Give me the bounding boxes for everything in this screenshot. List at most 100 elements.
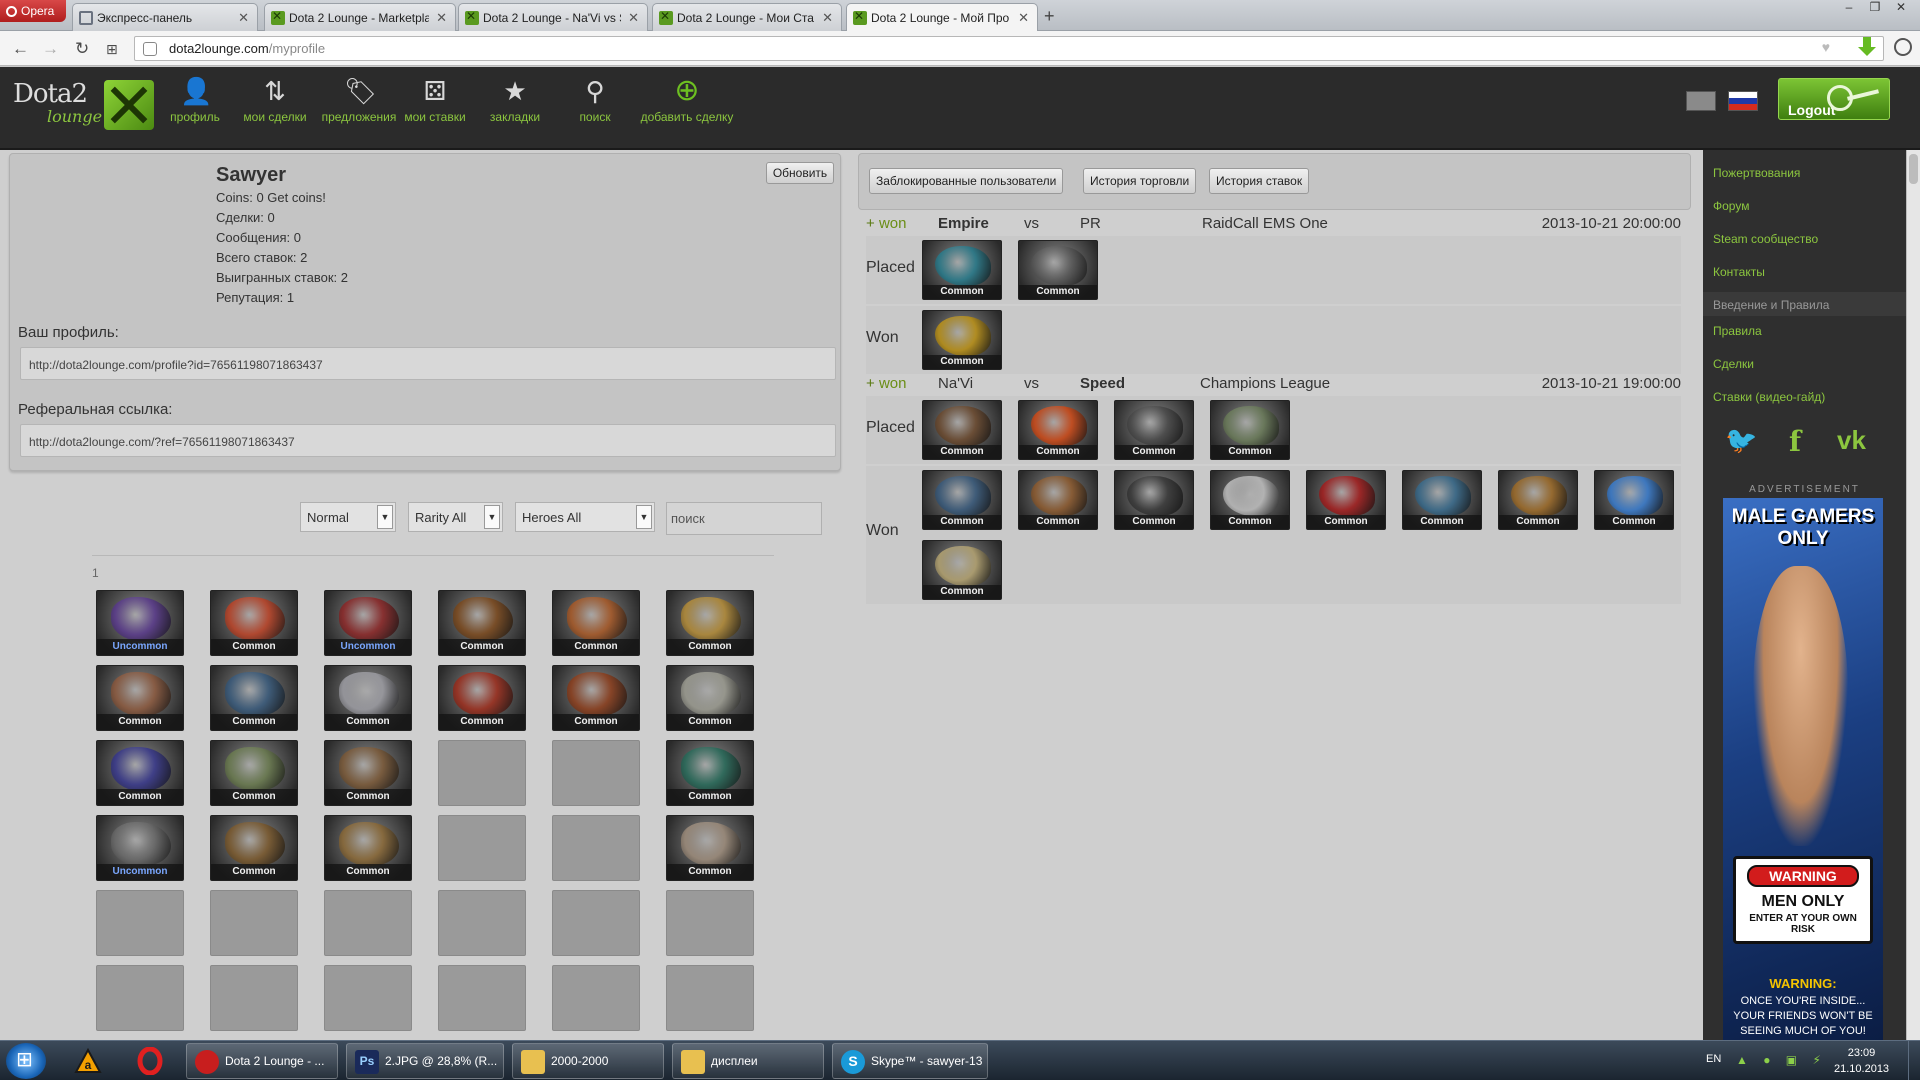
forward-icon[interactable]: → <box>42 39 59 59</box>
flag-english-icon[interactable] <box>1686 91 1716 111</box>
tab-navi-vs-speed[interactable]: Dota 2 Lounge - Na'Vi vs S ✕ <box>458 3 648 31</box>
inventory-item[interactable]: Uncommon <box>324 590 412 656</box>
tab-marketplace[interactable]: Dota 2 Lounge - Marketpla ✕ <box>264 3 456 31</box>
inventory-item[interactable]: Common <box>666 665 754 731</box>
sidebar-link-steam-community[interactable]: Steam сообщество <box>1713 232 1818 246</box>
empty-inventory-slot[interactable] <box>552 815 640 881</box>
avast-icon[interactable]: a <box>74 1047 102 1075</box>
bet-item[interactable]: Common <box>1018 240 1098 300</box>
coins-stat[interactable]: Coins: 0 Get coins! <box>216 190 326 205</box>
language-indicator[interactable]: EN <box>1706 1053 1721 1065</box>
empty-inventory-slot[interactable] <box>666 890 754 956</box>
opera-pinned-icon[interactable] <box>136 1046 164 1076</box>
taskbar-opera-window[interactable]: Dota 2 Lounge - ... <box>186 1043 338 1079</box>
page-info-icon[interactable] <box>143 42 157 56</box>
bet-item[interactable]: Common <box>922 470 1002 530</box>
inventory-item[interactable]: Uncommon <box>96 815 184 881</box>
inventory-item[interactable]: Common <box>666 590 754 656</box>
minimize-icon[interactable]: ‒ <box>1836 0 1862 14</box>
sidebar-link-rules[interactable]: Правила <box>1713 324 1762 338</box>
team-2[interactable]: Speed <box>1080 375 1125 392</box>
bet-item[interactable]: Common <box>1306 470 1386 530</box>
inventory-item[interactable]: Common <box>666 815 754 881</box>
quality-select[interactable]: Normal ▼ <box>300 502 396 532</box>
taskbar-photoshop-window[interactable]: Ps 2.JPG @ 28,8% (R... <box>346 1043 504 1079</box>
empty-inventory-slot[interactable] <box>438 815 526 881</box>
bet-item[interactable]: Common <box>922 540 1002 600</box>
empty-inventory-slot[interactable] <box>552 965 640 1031</box>
close-icon[interactable]: ✕ <box>822 10 833 26</box>
inventory-search-input[interactable] <box>666 502 822 535</box>
bet-item[interactable]: Common <box>1114 470 1194 530</box>
page-number[interactable]: 1 <box>92 566 99 580</box>
bet-item[interactable]: Common <box>1210 470 1290 530</box>
url-field[interactable]: dota2lounge.com/myprofile <box>134 36 1884 61</box>
nav-my-bets[interactable]: ⚄ мои ставки <box>402 76 468 124</box>
advertisement-banner[interactable]: MALE GAMERS ONLY WARNING MEN ONLY ENTER A… <box>1723 498 1883 1040</box>
maximize-icon[interactable]: ❐ <box>1862 0 1888 14</box>
nav-add-trade[interactable]: ⊕ добавить сделку <box>636 76 738 125</box>
empty-inventory-slot[interactable] <box>666 965 754 1031</box>
empty-inventory-slot[interactable] <box>210 890 298 956</box>
inventory-item[interactable]: Uncommon <box>96 590 184 656</box>
facebook-icon[interactable]: f <box>1789 425 1801 458</box>
bet-item[interactable]: Common <box>922 400 1002 460</box>
close-icon[interactable]: ✕ <box>436 10 447 26</box>
dota2-logo-icon[interactable] <box>104 80 154 130</box>
inventory-item[interactable]: Common <box>438 665 526 731</box>
scrollbar-thumb[interactable] <box>1909 154 1918 184</box>
profile-url-field[interactable]: http://dota2lounge.com/profile?id=765611… <box>20 347 836 380</box>
bet-item[interactable]: Common <box>922 240 1002 300</box>
bet-item[interactable]: Common <box>1018 470 1098 530</box>
new-tab-button[interactable]: + <box>1044 6 1055 27</box>
empty-inventory-slot[interactable] <box>96 890 184 956</box>
empty-inventory-slot[interactable] <box>324 890 412 956</box>
inventory-item[interactable]: Common <box>210 815 298 881</box>
empty-inventory-slot[interactable] <box>438 965 526 1031</box>
team-2[interactable]: PR <box>1080 215 1101 232</box>
bet-item[interactable]: Common <box>1210 400 1290 460</box>
tab-my-bets[interactable]: Dota 2 Lounge - Мои Ста ✕ <box>652 3 842 31</box>
logout-button[interactable]: Logout <box>1778 78 1890 120</box>
show-desktop-button[interactable] <box>1908 1041 1920 1080</box>
inventory-item[interactable]: Common <box>96 740 184 806</box>
inventory-item[interactable]: Common <box>210 665 298 731</box>
close-icon[interactable]: ✕ <box>1018 10 1029 26</box>
tab-express-panel[interactable]: Экспресс-панель ✕ <box>72 3 258 31</box>
sidebar-link-donations[interactable]: Пожертвования <box>1713 166 1800 180</box>
nav-search[interactable]: ⚲ поиск <box>570 76 620 124</box>
empty-inventory-slot[interactable] <box>438 740 526 806</box>
vk-icon[interactable]: vk <box>1837 425 1866 456</box>
inventory-item[interactable]: Common <box>96 665 184 731</box>
inventory-item[interactable]: Common <box>210 590 298 656</box>
nav-my-trades[interactable]: ⇅ мои сделки <box>238 76 312 124</box>
close-window-icon[interactable]: ✕ <box>1888 0 1914 14</box>
inventory-item[interactable]: Common <box>438 590 526 656</box>
speed-dial-icon[interactable]: ⊞ <box>106 41 118 58</box>
close-icon[interactable]: ✕ <box>628 10 639 26</box>
empty-inventory-slot[interactable] <box>324 965 412 1031</box>
bet-item[interactable]: Common <box>1114 400 1194 460</box>
bet-item[interactable]: Common <box>1018 400 1098 460</box>
inventory-item[interactable]: Common <box>324 665 412 731</box>
sidebar-link-forum[interactable]: Форум <box>1713 199 1749 213</box>
empty-inventory-slot[interactable] <box>210 965 298 1031</box>
empty-inventory-slot[interactable] <box>552 890 640 956</box>
taskbar-skype-window[interactable]: S Skype™ - sawyer-13 <box>832 1043 988 1079</box>
empty-inventory-slot[interactable] <box>96 965 184 1031</box>
twitter-icon[interactable]: 🐦 <box>1725 425 1757 456</box>
team-1[interactable]: Na'Vi <box>938 375 973 392</box>
nav-bookmarks[interactable]: ★ закладки <box>484 76 546 124</box>
inventory-item[interactable]: Common <box>552 590 640 656</box>
inventory-item[interactable]: Common <box>324 740 412 806</box>
blocked-users-button[interactable]: Заблокированные пользователи <box>869 168 1064 194</box>
sidebar-link-contacts[interactable]: Контакты <box>1713 265 1765 279</box>
system-clock[interactable]: 23:09 21.10.2013 <box>1834 1045 1889 1077</box>
bet-item[interactable]: Common <box>1402 470 1482 530</box>
reload-icon[interactable]: ↻ <box>75 39 89 59</box>
inventory-item[interactable]: Common <box>210 740 298 806</box>
history-clock-icon[interactable] <box>1894 38 1912 56</box>
opera-menu-button[interactable]: Opera <box>0 0 66 22</box>
tab-my-profile[interactable]: Dota 2 Lounge - Мой Про ✕ <box>846 3 1038 32</box>
bookmark-heart-icon[interactable]: ♥ <box>1822 39 1830 55</box>
